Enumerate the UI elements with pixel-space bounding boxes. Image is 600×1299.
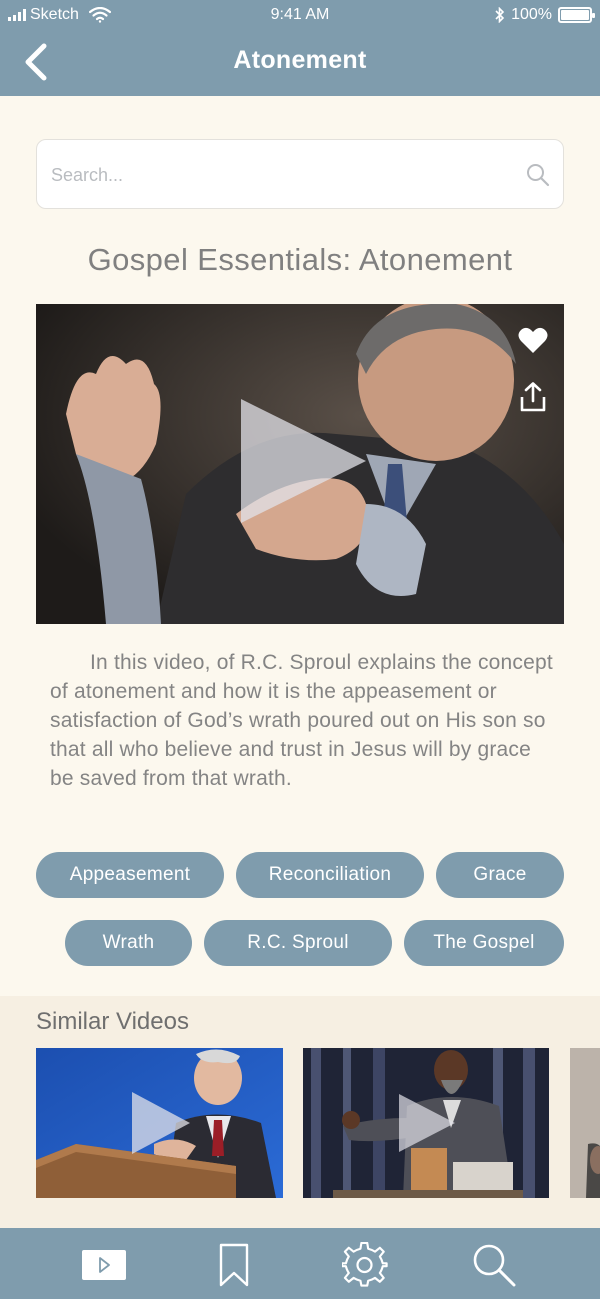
tab-videos[interactable] [80, 1242, 128, 1288]
play-icon[interactable] [399, 1094, 457, 1152]
battery-label: 100% [511, 6, 552, 23]
video-player[interactable] [36, 304, 564, 624]
similar-video-card[interactable] [570, 1048, 600, 1198]
bookmark-icon [219, 1243, 249, 1287]
video-thumbnail-image [570, 1048, 600, 1198]
tag-reconciliation[interactable]: Reconciliation [236, 852, 424, 898]
tab-search[interactable] [470, 1242, 518, 1288]
tag-rc-sproul[interactable]: R.C. Sproul [204, 920, 392, 966]
similar-videos-section: Similar Videos [0, 996, 600, 1228]
play-icon[interactable] [132, 1092, 192, 1154]
battery-group: 100% [495, 6, 595, 24]
search-bar[interactable] [36, 139, 564, 209]
video-title: Gospel Essentials: Atonement [87, 242, 513, 277]
similar-video-card[interactable] [303, 1048, 549, 1198]
search-icon [473, 1244, 516, 1287]
tab-settings[interactable] [341, 1242, 389, 1288]
tab-bookmarks[interactable] [210, 1242, 258, 1288]
search-icon[interactable] [525, 162, 551, 188]
top-bar: Sketch 9:41 AM 100% Atonement [0, 0, 600, 96]
tag-appeasement[interactable]: Appeasement [36, 852, 224, 898]
gear-icon [342, 1242, 388, 1287]
video-description: In this video, of R.C. Sproul explains t… [50, 651, 553, 790]
bluetooth-icon [495, 7, 505, 23]
share-icon[interactable] [520, 382, 546, 412]
battery-icon [558, 7, 595, 23]
tag-wrath[interactable]: Wrath [65, 920, 192, 966]
tag-grace[interactable]: Grace [436, 852, 564, 898]
similar-videos-heading: Similar Videos [36, 1008, 189, 1035]
tab-bar [0, 1228, 600, 1299]
status-bar: Sketch 9:41 AM 100% [0, 0, 600, 30]
heart-icon[interactable] [518, 326, 548, 354]
similar-video-card[interactable] [36, 1048, 283, 1198]
play-icon[interactable] [241, 399, 371, 529]
video-icon [82, 1250, 126, 1280]
nav-title: Atonement [233, 46, 367, 74]
tag-the-gospel[interactable]: The Gospel [404, 920, 564, 966]
search-input[interactable] [51, 158, 511, 192]
